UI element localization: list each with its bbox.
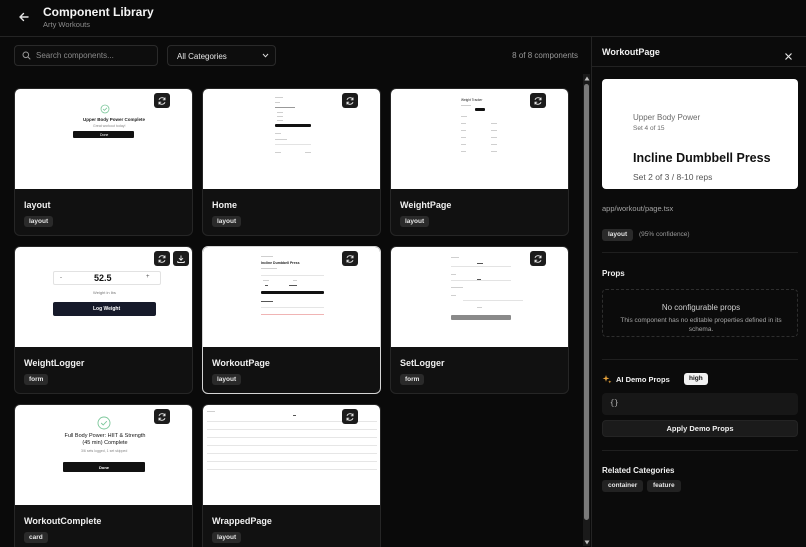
refresh-icon — [534, 254, 542, 263]
props-empty-state: No configurable props This component has… — [602, 289, 798, 337]
component-card-layout[interactable]: Upper Body Power Complete Great workout … — [14, 88, 193, 236]
related-category-tag[interactable]: container — [602, 480, 644, 492]
refresh-button[interactable] — [530, 93, 546, 108]
refresh-icon — [534, 96, 542, 105]
refresh-button[interactable] — [154, 409, 170, 424]
back-arrow-icon[interactable] — [14, 8, 34, 26]
refresh-icon — [346, 412, 354, 421]
divider — [602, 359, 798, 360]
chevron-down-icon — [262, 53, 269, 58]
card-name: WorkoutComplete — [24, 516, 102, 526]
component-card-home[interactable]: Home layout — [202, 88, 381, 236]
preview-title: Full Body Power: HIIT & Strength (45 min… — [64, 433, 146, 446]
card-name: layout — [24, 200, 51, 210]
preview-log-button: Log Weight — [53, 302, 156, 316]
close-button[interactable] — [784, 48, 793, 60]
download-button[interactable] — [173, 251, 189, 266]
refresh-icon — [158, 96, 166, 105]
confidence-badge: high — [684, 373, 708, 385]
component-card-weightpage[interactable]: Weight Tracker WeightPage layout — [390, 88, 569, 236]
card-name: WorkoutPage — [212, 358, 270, 368]
card-name: WeightPage — [400, 200, 452, 210]
component-card-setlogger[interactable]: SetLogger form — [390, 246, 569, 394]
props-section-title: Props — [602, 269, 625, 278]
preview-set-meta: Set 2 of 3 / 8-10 reps — [633, 172, 713, 182]
card-category-tag: layout — [212, 216, 242, 227]
component-card-wrappedpage[interactable]: WrappedPage layout — [202, 404, 381, 547]
refresh-button[interactable] — [154, 251, 170, 266]
component-card-workoutcomplete[interactable]: Full Body Power: HIIT & Strength (45 min… — [14, 404, 193, 547]
demo-props-json-text: {} — [610, 400, 619, 408]
top-header: Component Library Arty Workouts — [0, 0, 806, 37]
scroll-down-arrow-icon[interactable] — [584, 540, 590, 545]
apply-demo-props-button[interactable]: Apply Demo Props — [602, 420, 798, 437]
related-category-tag[interactable]: feature — [647, 480, 681, 492]
card-name: Home — [212, 200, 238, 210]
grid-scrollbar-thumb[interactable] — [584, 84, 589, 520]
page-title: Component Library — [43, 5, 154, 19]
preview-title: Incline Dumbbell Press — [261, 261, 300, 265]
category-select[interactable]: All Categories — [167, 45, 276, 66]
component-card-weightlogger[interactable]: - 52.5 + Weight in lbs Log Weight Weight… — [14, 246, 193, 394]
card-category-tag: form — [24, 374, 49, 385]
card-category-tag: form — [400, 374, 425, 385]
preview-stepper: - 52.5 + — [53, 271, 161, 285]
card-name: WrappedPage — [212, 516, 272, 526]
card-name: WeightLogger — [24, 358, 85, 368]
category-tag: layout — [602, 229, 634, 241]
search-box[interactable] — [14, 45, 158, 66]
download-icon — [177, 255, 185, 263]
refresh-button[interactable] — [342, 93, 358, 108]
props-empty-description: This component has no editable propertie… — [620, 317, 782, 333]
component-detail-panel: WorkoutPage Upper Body Power Set 4 of 15… — [591, 37, 806, 547]
refresh-button[interactable] — [342, 251, 358, 266]
card-category-tag: layout — [24, 216, 54, 227]
file-path: app/workout/page.tsx — [602, 204, 674, 213]
refresh-button[interactable] — [154, 93, 170, 108]
preview-set-progress: Set 4 of 15 — [633, 125, 665, 132]
refresh-button[interactable] — [342, 409, 358, 424]
category-select-value: All Categories — [177, 52, 227, 61]
refresh-button[interactable] — [530, 251, 546, 266]
preview-done-button: Done — [73, 131, 134, 138]
search-input[interactable] — [36, 48, 154, 63]
component-library-app: Component Library Arty Workouts All Cate… — [0, 0, 806, 547]
card-category-tag: layout — [212, 374, 242, 385]
check-circle-icon — [97, 416, 111, 430]
card-name: SetLogger — [400, 358, 445, 368]
refresh-icon — [158, 254, 166, 263]
preview-exercise-title: Incline Dumbbell Press — [633, 151, 771, 165]
preview-header: Weight Tracker — [461, 98, 483, 102]
preview-line: Great workout today! — [93, 124, 126, 128]
sparkles-icon — [602, 375, 612, 384]
preview-line: 3/6 sets logged, 1 set skipped — [81, 449, 128, 453]
preview-workout-name: Upper Body Power — [633, 113, 701, 122]
component-count: 8 of 8 components — [512, 51, 578, 60]
divider — [602, 450, 798, 451]
ai-demo-props-title: AI Demo Props — [616, 375, 670, 384]
divider — [602, 252, 798, 253]
card-category-tag: card — [24, 532, 48, 543]
refresh-icon — [346, 254, 354, 263]
check-circle-icon — [100, 104, 110, 114]
component-card-workoutpage[interactable]: Incline Dumbbell Press WorkoutPage layou… — [202, 246, 381, 394]
preview-title: Upper Body Power Complete — [83, 117, 146, 122]
demo-props-json: {} — [602, 393, 798, 415]
preview-done-button: Done — [63, 462, 145, 472]
scroll-up-arrow-icon[interactable] — [584, 76, 590, 81]
search-icon — [22, 51, 31, 60]
refresh-icon — [346, 96, 354, 105]
refresh-icon — [158, 412, 166, 421]
close-icon — [785, 53, 792, 60]
related-categories-title: Related Categories — [602, 466, 675, 475]
panel-header: WorkoutPage — [592, 37, 806, 67]
preview-unit: Weight in lbs — [93, 290, 116, 295]
page-subtitle: Arty Workouts — [43, 20, 90, 29]
props-empty-title: No configurable props — [661, 303, 741, 312]
card-category-tag: layout — [212, 532, 242, 543]
component-preview: Upper Body Power Set 4 of 15 Incline Dum… — [602, 79, 798, 189]
confidence-text: (95% confidence) — [639, 231, 690, 238]
panel-title: WorkoutPage — [602, 47, 660, 57]
card-category-tag: layout — [400, 216, 430, 227]
